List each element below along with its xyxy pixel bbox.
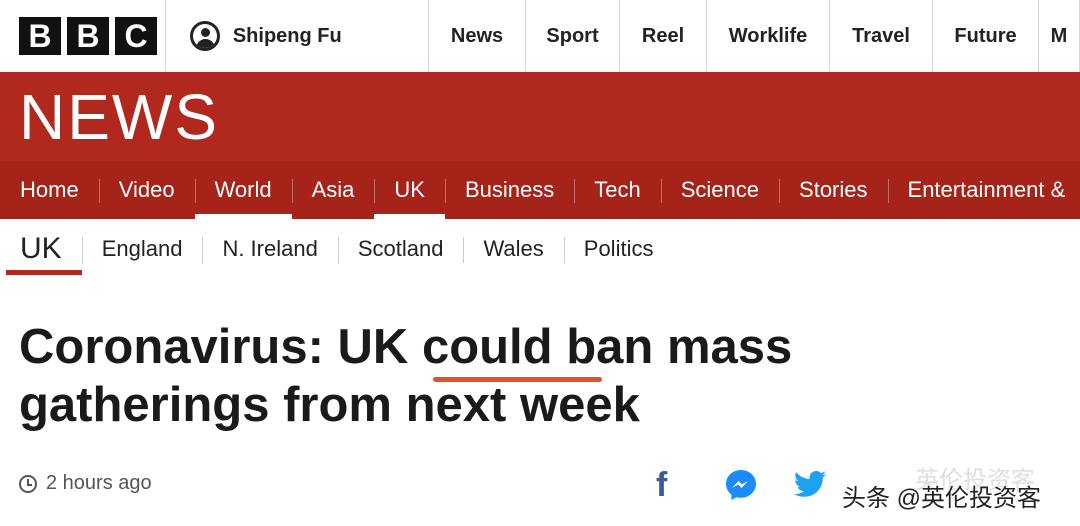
- headline-emphasis: could: [421, 320, 553, 374]
- subnav-item[interactable]: Wales: [463, 219, 563, 279]
- highlight-underline: [433, 377, 602, 382]
- subnav-item[interactable]: Scotland: [337, 219, 464, 279]
- bbc-logo[interactable]: B B C: [0, 0, 166, 72]
- subnav-current-uk[interactable]: UK: [0, 219, 82, 279]
- topnav-item[interactable]: Worklife: [707, 0, 830, 72]
- section-nav-item[interactable]: UK: [374, 161, 445, 219]
- section-nav-item[interactable]: World: [194, 161, 292, 219]
- article-headline: Coronavirus: UK could ban mass gathering…: [19, 318, 919, 434]
- section-nav-item[interactable]: Tech: [574, 161, 660, 219]
- bbc-logo-letter: B: [67, 17, 109, 55]
- timestamp-text: 2 hours ago: [46, 472, 152, 494]
- section-nav-item[interactable]: Business: [444, 161, 574, 219]
- subnav-item[interactable]: Politics: [563, 219, 674, 279]
- account-name: Shipeng Fu: [232, 24, 342, 47]
- clock-icon: [19, 474, 37, 493]
- news-banner: NEWS: [0, 72, 1080, 161]
- messenger-icon[interactable]: [724, 468, 758, 502]
- top-nav: News Sport Reel Worklife Travel Future M: [429, 0, 1080, 72]
- watermark: 头条 @英伦投资客: [842, 485, 1042, 512]
- section-nav-item[interactable]: Home: [0, 161, 99, 219]
- timestamp: 2 hours ago: [19, 472, 152, 495]
- user-icon: [189, 21, 220, 51]
- top-bar: B B C Shipeng Fu News Sport Reel Worklife Tr…: [0, 0, 1080, 73]
- section-nav-item[interactable]: Science: [660, 161, 779, 219]
- subnav-item[interactable]: N. Ireland: [202, 219, 337, 279]
- bbc-logo-letter: C: [115, 17, 157, 55]
- headline-text: Coronavirus: UK: [19, 320, 422, 374]
- subnav-item[interactable]: England: [81, 219, 203, 279]
- topnav-item[interactable]: Travel: [830, 0, 933, 72]
- topnav-item[interactable]: Reel: [620, 0, 707, 72]
- topnav-item[interactable]: Future: [933, 0, 1039, 72]
- news-logo[interactable]: NEWS: [19, 82, 219, 152]
- section-nav-item[interactable]: Asia: [291, 161, 375, 219]
- topnav-item[interactable]: Sport: [526, 0, 620, 72]
- account-link[interactable]: Shipeng Fu: [166, 0, 429, 72]
- section-nav: Home Video World Asia UK Business Tech Science S…: [0, 161, 1080, 219]
- section-nav-item[interactable]: Entertainment &: [887, 161, 1080, 219]
- bbc-logo-letter: B: [19, 17, 61, 55]
- section-nav-item[interactable]: Video: [98, 161, 195, 219]
- topnav-item[interactable]: M: [1039, 0, 1080, 72]
- twitter-icon[interactable]: [793, 470, 827, 500]
- facebook-icon[interactable]: f: [656, 466, 667, 504]
- sub-nav: UK England N. Ireland Scotland Wales Politic…: [0, 219, 1080, 279]
- topnav-item[interactable]: News: [429, 0, 526, 72]
- section-nav-item[interactable]: Stories: [779, 161, 887, 219]
